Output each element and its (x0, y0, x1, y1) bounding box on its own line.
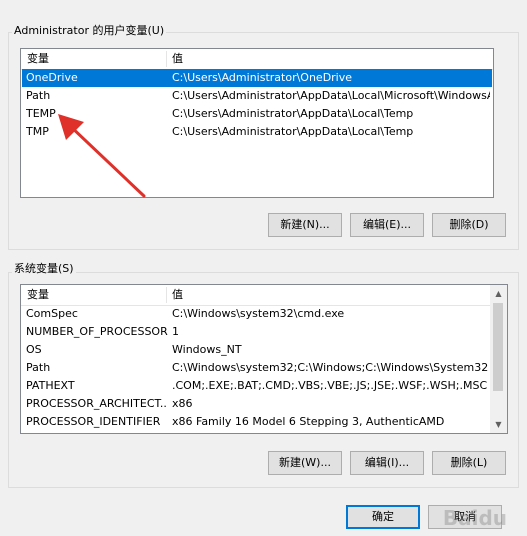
column-header-value[interactable]: 值 (166, 49, 486, 69)
column-header-variable[interactable]: 变量 (21, 49, 166, 69)
var-name: Path (26, 89, 51, 102)
system-var-row[interactable]: PATHEXT .COM;.EXE;.BAT;.CMD;.VBS;.VBE;.J… (22, 377, 490, 395)
var-value: 1 (172, 325, 179, 338)
system-var-row[interactable]: OS Windows_NT (22, 341, 490, 359)
var-value: C:\Users\Administrator\AppData\Local\Tem… (172, 107, 414, 120)
var-value: x86 Family 16 Model 6 Stepping 3, Authen… (172, 415, 445, 428)
user-var-row-path[interactable]: Path C:\Users\Administrator\AppData\Loca… (22, 87, 492, 105)
var-name: PROCESSOR_ARCHITECT... (26, 397, 168, 410)
var-name: PROCESSOR_IDENTIFIER (26, 415, 161, 428)
baidu-watermark: Baidu (442, 506, 507, 530)
column-header-value[interactable]: 值 (166, 285, 486, 305)
column-header-variable[interactable]: 变量 (21, 285, 166, 305)
scroll-thumb[interactable] (493, 303, 503, 391)
var-name: ComSpec (26, 307, 78, 320)
user-variables-label: Administrator 的用户变量(U) (12, 24, 167, 38)
ok-button[interactable]: 确定 (346, 505, 420, 529)
user-variables-header: 变量 值 (21, 49, 493, 70)
system-var-row[interactable]: ComSpec C:\Windows\system32\cmd.exe (22, 305, 490, 323)
system-new-button[interactable]: 新建(W)... (268, 451, 342, 475)
var-name: PATHEXT (26, 379, 75, 392)
var-value: C:\Windows\system32;C:\Windows;C:\Window… (172, 361, 488, 374)
var-name: Path (26, 361, 51, 374)
system-var-row[interactable]: NUMBER_OF_PROCESSORS 1 (22, 323, 490, 341)
var-value: C:\Users\Administrator\OneDrive (172, 71, 353, 84)
var-name: NUMBER_OF_PROCESSORS (26, 325, 168, 338)
annotation-arrow-icon (58, 114, 146, 198)
user-delete-button[interactable]: 删除(D) (432, 213, 506, 237)
scroll-down-icon[interactable]: ▼ (490, 416, 507, 433)
system-variables-label: 系统变量(S) (12, 262, 76, 276)
system-delete-button[interactable]: 删除(L) (432, 451, 506, 475)
var-name: OS (26, 343, 42, 356)
var-value: .COM;.EXE;.BAT;.CMD;.VBS;.VBE;.JS;.JSE;.… (172, 379, 488, 392)
user-edit-button[interactable]: 编辑(E)... (350, 213, 424, 237)
vertical-scrollbar[interactable]: ▲ ▼ (490, 285, 507, 433)
var-value: C:\Users\Administrator\AppData\Local\Mic… (172, 89, 490, 102)
scroll-up-icon[interactable]: ▲ (490, 285, 507, 302)
var-value: C:\Windows\system32\cmd.exe (172, 307, 345, 320)
user-new-button[interactable]: 新建(N)... (268, 213, 342, 237)
var-name: OneDrive (26, 71, 78, 84)
system-var-row[interactable]: PROCESSOR_IDENTIFIER x86 Family 16 Model… (22, 413, 490, 431)
var-value: C:\Users\Administrator\AppData\Local\Tem… (172, 125, 414, 138)
system-edit-button[interactable]: 编辑(I)... (350, 451, 424, 475)
system-variables-list[interactable]: 变量 值 ComSpec C:\Windows\system32\cmd.exe… (20, 284, 508, 434)
user-var-row-onedrive[interactable]: OneDrive C:\Users\Administrator\OneDrive (22, 69, 492, 87)
system-variables-header: 变量 值 (21, 285, 490, 306)
system-var-row[interactable]: PROCESSOR_ARCHITECT... x86 (22, 395, 490, 413)
system-var-row[interactable]: Path C:\Windows\system32;C:\Windows;C:\W… (22, 359, 490, 377)
var-value: x86 (172, 397, 193, 410)
var-value: Windows_NT (172, 343, 242, 356)
